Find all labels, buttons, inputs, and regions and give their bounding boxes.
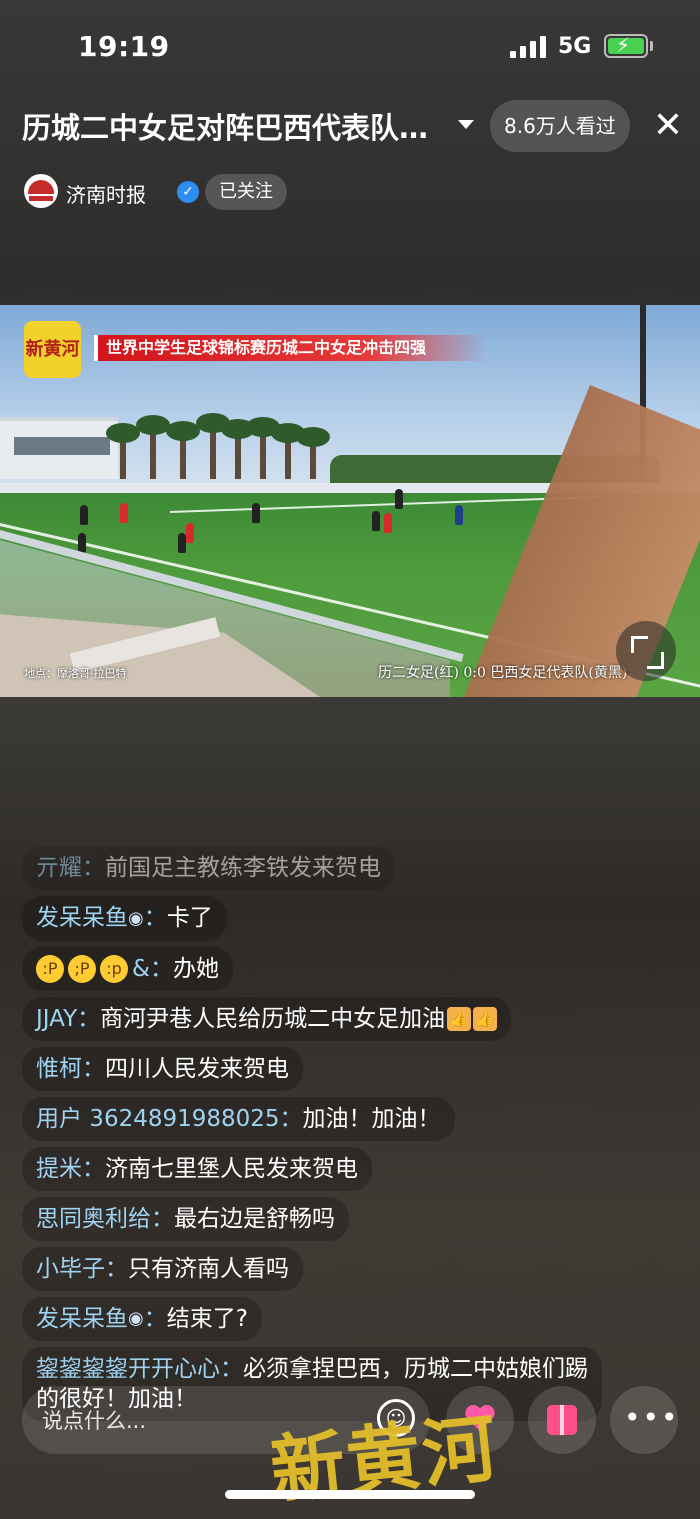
signal-icon xyxy=(510,36,548,58)
chat-text: 卡了 xyxy=(166,905,213,931)
chat-username[interactable]: JJAY xyxy=(36,1006,77,1032)
chat-username[interactable]: 用户 3624891988025 xyxy=(36,1106,280,1132)
network-type: 5G xyxy=(558,34,592,59)
chat-message: JJAY： 商河尹巷人民给历城二中女足加油 👍 👍 xyxy=(22,996,512,1041)
chat-username[interactable]: 发呆呆鱼 xyxy=(36,1306,128,1332)
chat-username[interactable]: & xyxy=(132,956,150,982)
fish-icon: ◉ xyxy=(128,1308,144,1329)
chat-message: 用户 3624891988025： 加油！加油！ xyxy=(22,1096,455,1141)
chat-message: 发呆呆鱼 ◉： 结束了? xyxy=(22,1296,262,1341)
watermark-logo: 新黄河 xyxy=(266,1405,503,1515)
viewer-count[interactable]: 8.6万人看过 xyxy=(490,100,630,152)
video-location: 地点：摩洛哥·拉巴特 xyxy=(24,667,127,680)
scoreboard: 历二女足(红) 0:0 巴西女足代表队(黄黑) xyxy=(378,665,628,681)
live-title[interactable]: 历城二中女足对阵巴西代表队… xyxy=(22,105,452,147)
chat-text: 最右边是舒畅吗 xyxy=(174,1205,335,1232)
chat-text: 结束了? xyxy=(166,1305,248,1332)
status-bar: 19:19 5G ⚡ xyxy=(0,0,700,90)
gift-button[interactable] xyxy=(528,1386,596,1454)
chat-username[interactable]: 亓耀 xyxy=(36,855,82,881)
comment-placeholder[interactable]: 说点什么... xyxy=(42,1405,146,1435)
close-icon[interactable]: ✕ xyxy=(650,106,686,146)
crazy-face-emoji: :P xyxy=(36,955,64,983)
chat-text: 只有济南人看吗 xyxy=(128,1255,289,1282)
chat-message: :P ;P:p &： 办她 xyxy=(22,946,233,991)
chat-text: 济南七里堡人民发来贺电 xyxy=(105,1155,358,1182)
chat-message: 亓耀： 前国足主教练李铁发来贺电 xyxy=(22,846,395,890)
chat-text: 商河尹巷人民给历城二中女足加油 xyxy=(100,1005,446,1032)
chat-message: 小毕子： 只有济南人看吗 xyxy=(22,1246,303,1291)
tongue-emoji: :p xyxy=(100,955,128,983)
chat-list[interactable]: 亓耀： 前国足主教练李铁发来贺电 发呆呆鱼 ◉： 卡了 :P ;P:p &： 办她… xyxy=(22,846,602,1427)
broadcaster-logo: 新黄河 xyxy=(24,321,81,378)
chat-message: 提米： 济南七里堡人民发来贺电 xyxy=(22,1146,372,1191)
chat-username[interactable]: 惟柯 xyxy=(36,1056,82,1082)
battery-icon: ⚡ xyxy=(604,33,648,58)
thumbs-up-icon: 👍 xyxy=(473,1007,498,1031)
chat-text: 前国足主教练李铁发来贺电 xyxy=(105,855,381,881)
chat-text: 办她 xyxy=(172,955,219,982)
winking-tongue-emoji: ;P xyxy=(68,955,96,983)
battery-tip xyxy=(650,41,653,51)
video-headline: 世界中学生足球锦标赛历城二中女足冲击四强 xyxy=(93,335,487,361)
more-icon: ••• xyxy=(624,1401,680,1434)
chat-username[interactable]: 发呆呆鱼 xyxy=(36,905,128,931)
home-indicator[interactable] xyxy=(225,1490,475,1499)
chat-message: 思同奥利给： 最右边是舒畅吗 xyxy=(22,1196,349,1241)
live-video[interactable]: 新黄河 世界中学生足球锦标赛历城二中女足冲击四强 地点：摩洛哥·拉巴特 历二女足… xyxy=(0,305,700,697)
chat-text: 四川人民发来贺电 xyxy=(105,1055,289,1082)
chat-username[interactable]: 提米 xyxy=(36,1156,82,1182)
chevron-down-icon[interactable] xyxy=(458,120,474,129)
avatar[interactable] xyxy=(24,174,58,208)
chat-username[interactable]: 思同奥利给 xyxy=(36,1206,151,1232)
chat-message: 发呆呆鱼 ◉： 卡了 xyxy=(22,896,227,941)
chat-username[interactable]: 小毕子 xyxy=(36,1256,105,1282)
chat-username[interactable]: 鋆鋆鋆鋆开开心心 xyxy=(36,1356,220,1382)
channel-name[interactable]: 济南时报 xyxy=(66,179,146,208)
follow-button[interactable]: 已关注 xyxy=(205,174,287,210)
gift-icon xyxy=(547,1405,577,1435)
chat-message: 惟柯： 四川人民发来贺电 xyxy=(22,1046,303,1091)
chat-text: 加油！加油！ xyxy=(302,1105,441,1132)
more-button[interactable]: ••• xyxy=(610,1386,678,1454)
fish-icon: ◉ xyxy=(128,907,144,929)
fullscreen-icon[interactable] xyxy=(616,621,676,681)
thumbs-up-icon: 👍 xyxy=(447,1007,472,1031)
video-building xyxy=(0,417,118,479)
verified-icon: ✓ xyxy=(177,181,199,203)
status-time: 19:19 xyxy=(78,30,170,63)
